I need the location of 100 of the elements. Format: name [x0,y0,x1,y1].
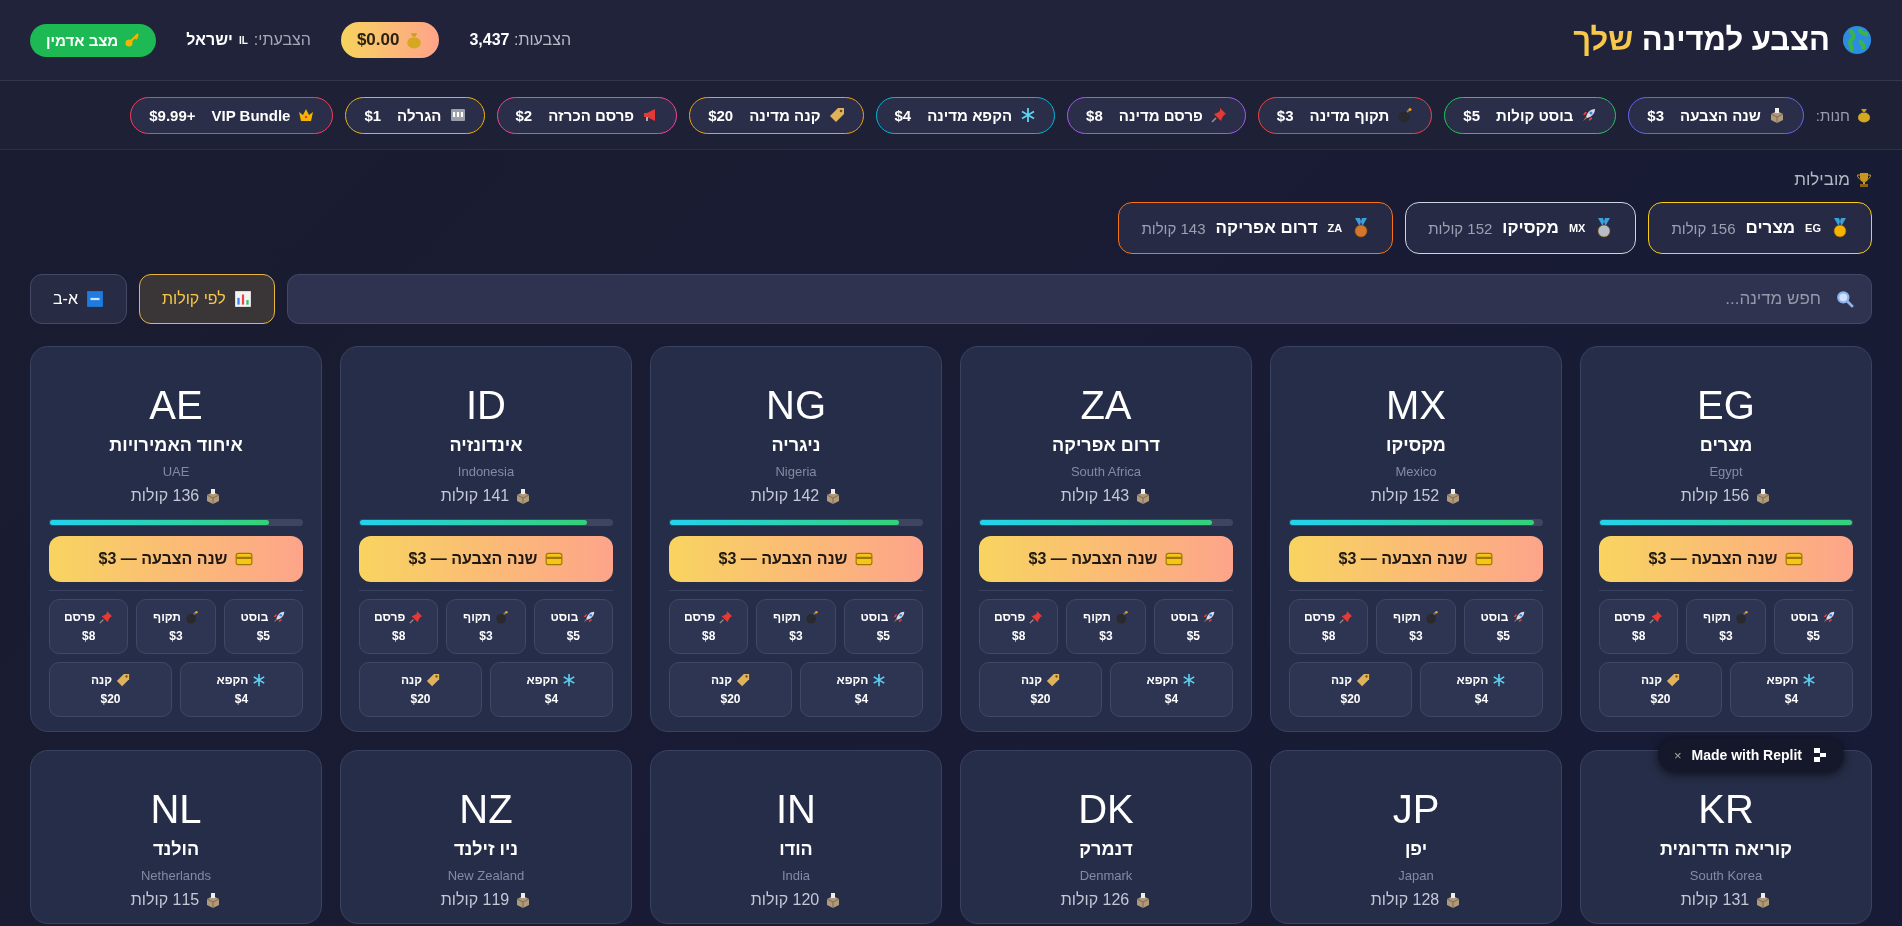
country-english-name: South Africa [1070,464,1142,479]
bomb-icon [1115,610,1129,624]
tag-icon [116,673,131,687]
country-name: דנמרק [1079,839,1133,860]
rocket-icon [1512,610,1527,624]
sort-button[interactable]: לפי קולות [138,274,275,324]
money-bag-icon [1856,107,1872,123]
pin-icon [1649,610,1664,624]
change-vote-button[interactable]: שנה הצבעה — $3 [1289,536,1543,582]
tag-icon [1666,673,1681,687]
close-button[interactable]: × [1673,747,1682,763]
country-name: ניגריה [771,435,821,456]
ballot-box-icon [1755,892,1772,908]
snowflake-icon [562,673,577,687]
replit-badge[interactable]: × Made with Replit [1657,738,1844,772]
bomb-icon [1425,610,1439,624]
ballot-box-icon [825,488,842,504]
pin-icon [409,610,424,624]
ballot-box-icon [515,892,532,908]
replit-logo-icon [1812,747,1828,763]
vote-count: 126 קולות [1060,891,1130,909]
leader-votes: 152 קולות [1428,219,1493,237]
country-english-name: Indonesia [457,464,515,479]
ballot-box-icon [825,892,842,908]
leader-name: מצרים [1745,218,1796,238]
rocket-icon [272,610,287,624]
country-name: איחוד האמירויות [109,435,243,456]
vote-count: 119 קולות [440,891,510,909]
country-english-name: India [781,868,811,883]
bomb-icon [805,610,819,624]
country-code: ZA [1080,382,1132,429]
rocket-icon [892,610,907,624]
leader-votes: 156 קולות [1671,219,1736,237]
country-code: AE [149,382,203,429]
snowflake-icon [1492,673,1507,687]
ballot-box-icon [1135,488,1152,504]
change-vote-button[interactable]: שנה הצבעה — $3 [669,536,923,582]
country-code: ID [466,382,506,429]
vote-count: 142 קולות [750,487,820,505]
country-code: MX [1568,222,1586,234]
sort-button[interactable]: א-ב [30,274,127,324]
search-icon [1836,290,1854,308]
country-code: NG [766,382,826,429]
credit-card-icon [545,550,564,568]
country-name: הודו [779,839,813,860]
vote-count: 136 קולות [130,487,200,505]
money-bag-icon [405,31,424,49]
country-code: ZA [1327,222,1343,234]
country-name: מקסיקו [1386,435,1446,456]
country-english-name: Mexico [1395,464,1437,479]
pin-icon [1339,610,1354,624]
search-field[interactable]: חפש מדינה... [286,274,1872,324]
medal-icon [1595,218,1614,238]
leaders-title: מובילות [1794,170,1850,190]
country-code: DK [1078,786,1134,833]
leader-name: מקסיקו [1502,218,1559,238]
ballot-box-icon [1445,892,1462,908]
change-vote-button[interactable]: שנה הצבעה — $3 [359,536,613,582]
ballot-box-icon [205,892,222,908]
tag-icon [1356,673,1371,687]
shop-item-button[interactable]: $9.99+ VIP Bundle [130,96,334,134]
country-code: MX [1386,382,1446,429]
country-name: קוריאה הדרומית [1660,839,1792,860]
bar-chart-icon [233,290,252,308]
credit-card-icon [855,550,874,568]
credit-card-icon [1785,550,1804,568]
slot-machine-icon [449,107,466,123]
country-name: הולנד [152,839,200,860]
pin-icon [1210,107,1227,123]
ballot-box-icon [1768,107,1785,123]
vote-count: 152 קולות [1370,487,1440,505]
vote-count: 141 קולות [440,487,510,505]
vote-count: 131 קולות [1680,891,1750,909]
vote-count: 156 קולות [1680,487,1750,505]
snowflake-icon [1802,673,1817,687]
country-code: NZ [459,786,513,833]
country-code: EG [1805,222,1821,234]
country-english-name: Netherlands [140,868,212,883]
country-code: EG [1697,382,1755,429]
rocket-icon [1202,610,1217,624]
country-name: דרום אפריקה [1052,435,1160,456]
tag-icon [1046,673,1061,687]
app-title: הצבע למדינה שלך [1573,22,1872,58]
pin-icon [99,610,114,624]
medal-icon [1831,218,1849,238]
country-english-name: Japan [1398,868,1434,883]
bomb-icon [495,610,509,624]
leader-votes: 143 קולות [1141,219,1206,237]
change-vote-button[interactable]: שנה הצבעה — $3 [49,536,303,582]
country-english-name: New Zealand [447,868,525,883]
credit-card-icon [235,550,254,568]
country-name: אינדונזיה [449,435,523,456]
ballot-box-icon [1755,488,1772,504]
vote-count: 120 קולות [750,891,820,909]
pin-icon [1029,610,1044,624]
change-vote-button[interactable]: שנה הצבעה — $3 [979,536,1233,582]
rocket-icon [1581,107,1598,123]
change-vote-button[interactable]: שנה הצבעה — $3 [1599,536,1853,582]
vote-count: 143 קולות [1060,487,1130,505]
country-code: JP [1392,786,1440,833]
